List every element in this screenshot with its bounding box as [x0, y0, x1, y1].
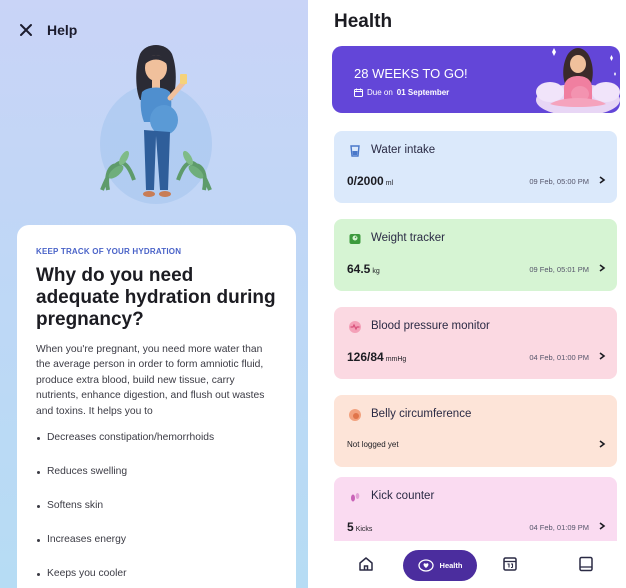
bullet-icon [37, 573, 40, 577]
calendar-icon [503, 557, 517, 571]
due-date: Due on 01 September [354, 88, 449, 97]
chevron-right-icon [599, 440, 606, 448]
tracker-date: 04 Feb, 01:00 PM [529, 353, 589, 362]
footprint-icon [351, 493, 360, 502]
chevron-right-icon [599, 522, 606, 530]
nav-health-label: Health [439, 561, 463, 570]
tracker-card-blood-pressure[interactable]: Blood pressure monitor 126/84 mmHg 04 Feb… [334, 307, 617, 379]
pregnant-woman-illustration [100, 45, 212, 204]
tracker-card-water-intake[interactable]: Water intake 0/2000 ml 09 Feb, 05:00 PM [334, 131, 617, 203]
help-screen: Help KEEP TRACK OF YOUR HYDRATION Why do [0, 0, 308, 588]
tracker-value: 126/84 mmHg [347, 350, 407, 364]
list-item: Keeps you cooler [36, 568, 278, 588]
article-title: Why do you need adequate hydration durin… [36, 265, 276, 330]
list-item: Softens skin [36, 500, 278, 534]
belly-icon [349, 409, 361, 421]
tracker-name: Water intake [371, 144, 436, 156]
heart-pulse-icon [349, 321, 361, 333]
nav-journal[interactable] [575, 553, 597, 575]
page-title: Health [334, 11, 393, 32]
tracker-status: Not logged yet [347, 440, 399, 449]
tracker-date: 09 Feb, 05:01 PM [529, 265, 589, 274]
chevron-right-icon [599, 264, 606, 272]
tracker-value: 0/2000 ml [347, 174, 394, 188]
close-button[interactable] [16, 20, 36, 40]
calendar-small-icon [354, 88, 363, 97]
bullet-icon [37, 505, 40, 509]
bullet-icon [37, 471, 40, 475]
bottom-navigation: Health [319, 541, 626, 588]
heart-chat-icon [417, 558, 434, 572]
health-screen: Health 28 WEEKS TO GO! Due on 01 Septemb… [319, 0, 626, 588]
chevron-right-icon [599, 176, 606, 184]
list-item: Decreases constipation/hemorrhoids [36, 432, 278, 466]
tracker-name: Weight tracker [371, 232, 445, 244]
bullet-icon [37, 437, 40, 441]
nav-health[interactable]: Health [403, 550, 477, 581]
close-icon [20, 24, 32, 36]
water-icon [350, 145, 360, 157]
list-item: Increases energy [36, 534, 278, 568]
tracker-value: 5 Kicks [347, 520, 373, 534]
tracker-card-belly-circumference[interactable]: Belly circumference Not logged yet [334, 395, 617, 467]
tracker-name: Blood pressure monitor [371, 320, 490, 332]
article-kicker: KEEP TRACK OF YOUR HYDRATION [36, 247, 182, 256]
list-item: Reduces swelling [36, 466, 278, 500]
screen: Help KEEP TRACK OF YOUR HYDRATION Why do [0, 0, 626, 588]
nav-home[interactable] [355, 553, 377, 575]
scale-icon [349, 234, 361, 244]
tracker-card-weight[interactable]: Weight tracker 64.5 kg 09 Feb, 05:01 PM [334, 219, 617, 291]
bullet-icon [37, 539, 40, 543]
chevron-right-icon [599, 352, 606, 360]
home-icon [359, 557, 373, 571]
tracker-date: 09 Feb, 05:00 PM [529, 177, 589, 186]
meditating-woman-illustration [536, 48, 620, 113]
tracker-date: 04 Feb, 01:09 PM [529, 523, 589, 532]
article-card: KEEP TRACK OF YOUR HYDRATION Why do you … [17, 225, 296, 588]
benefits-list: Decreases constipation/hemorrhoids Reduc… [36, 432, 278, 588]
nav-calendar[interactable] [499, 553, 521, 575]
tracker-value: 64.5 kg [347, 262, 380, 276]
help-title: Help [47, 22, 78, 38]
journal-icon [579, 556, 593, 572]
article-body: When you're pregnant, you need more wate… [36, 344, 265, 417]
weeks-to-go: 28 WEEKS TO GO! [354, 66, 468, 81]
tracker-name: Belly circumference [371, 408, 472, 420]
tracker-card-kick-counter[interactable]: Kick counter 5 Kicks 04 Feb, 01:09 PM [334, 477, 617, 549]
tracker-name: Kick counter [371, 490, 435, 502]
pregnancy-countdown-banner[interactable]: 28 WEEKS TO GO! Due on 01 September [332, 46, 620, 113]
